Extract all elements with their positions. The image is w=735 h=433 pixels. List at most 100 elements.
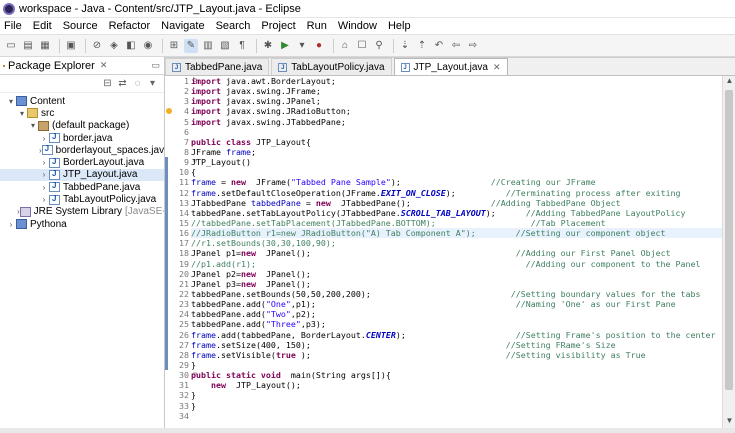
code-line[interactable]: frame = new JFrame("Tabbed Pane Sample")…: [191, 177, 722, 187]
code-line[interactable]: frame.setDefaultCloseOperation(JFrame.EX…: [191, 188, 722, 198]
code-line[interactable]: }: [191, 401, 722, 411]
code-line[interactable]: JPanel p3=new JPanel();: [191, 279, 722, 289]
menu-window[interactable]: Window: [338, 20, 377, 32]
focus-icon[interactable]: ◌: [132, 78, 143, 89]
code-line[interactable]: //r1.setBounds(30,30,100,90);: [191, 238, 722, 248]
back-icon[interactable]: ⇦: [449, 39, 463, 53]
save-icon[interactable]: ▤: [21, 39, 35, 53]
mark-occurrences-icon[interactable]: ✎: [184, 38, 198, 53]
code-line[interactable]: JTP_Layout(): [191, 157, 722, 167]
tree-item[interactable]: ▾ src: [0, 107, 164, 119]
editor-vertical-scrollbar[interactable]: ▲ ▼: [722, 76, 735, 428]
editor-tab[interactable]: J TabLayoutPolicy.java: [271, 58, 392, 75]
menu-navigate[interactable]: Navigate: [161, 20, 204, 32]
menu-help[interactable]: Help: [388, 20, 411, 32]
code-line[interactable]: //p1.add(r1); //Adding our component to …: [191, 259, 722, 269]
code-line[interactable]: tabbedPane.setBounds(50,50,200,200); //S…: [191, 289, 722, 299]
expanded-arrow-icon[interactable]: ▾: [6, 97, 16, 106]
collapsed-arrow-icon[interactable]: ›: [39, 158, 49, 167]
next-annotation-icon[interactable]: ⇣: [398, 39, 412, 53]
tree-item[interactable]: › TabbedPane.java: [0, 181, 164, 193]
code-line[interactable]: tabbedPane.add("Three",p3);: [191, 319, 722, 329]
editor-tab[interactable]: J JTP_Layout.java ✕: [393, 58, 508, 75]
code-line[interactable]: tabbedPane.add("Two",p2);: [191, 309, 722, 319]
code-line[interactable]: //tabbedPane.setTabPlacement(JTabbedPane…: [191, 218, 722, 228]
new-package-icon[interactable]: ◧: [124, 39, 138, 53]
code-line[interactable]: import javax.swing.JRadioButton;: [191, 106, 722, 116]
tree-item[interactable]: ›borderlayout_spaces.java: [0, 144, 164, 156]
code-line[interactable]: {: [191, 167, 722, 177]
scroll-thumb[interactable]: [725, 90, 733, 390]
menu-refactor[interactable]: Refactor: [109, 20, 151, 32]
code-line[interactable]: [191, 411, 722, 421]
collapsed-arrow-icon[interactable]: ›: [39, 183, 49, 192]
code-line[interactable]: JPanel p1=new JPanel(); //Adding our Fir…: [191, 248, 722, 258]
menu-source[interactable]: Source: [63, 20, 98, 32]
tree-item[interactable]: › JTP_Layout.java: [0, 168, 164, 182]
open-type-icon[interactable]: ⊞: [167, 39, 181, 53]
code-line[interactable]: new JTP_Layout();: [191, 380, 722, 390]
code-line[interactable]: //JRadioButton r1=new JRadioButton("A) T…: [191, 228, 722, 239]
package-explorer-tab[interactable]: Package Explorer ✕ ▭: [0, 57, 164, 75]
editor-tab[interactable]: J TabbedPane.java: [165, 58, 270, 75]
external-tools-icon[interactable]: ●: [312, 39, 326, 53]
last-edit-icon[interactable]: ↶: [432, 39, 446, 53]
code-line[interactable]: }: [191, 390, 722, 400]
code-line[interactable]: tabbedPane.add("One",p1); //Naming 'One'…: [191, 299, 722, 309]
code-line[interactable]: import javax.swing.JTabbedPane;: [191, 117, 722, 127]
code-lines[interactable]: import java.awt.BorderLayout; import java…: [191, 76, 722, 428]
collapsed-arrow-icon[interactable]: ›: [39, 170, 49, 179]
terminal-icon[interactable]: ▣: [64, 39, 78, 53]
collapsed-arrow-icon[interactable]: ›: [39, 195, 49, 204]
code-line[interactable]: tabbedPane.setTabLayoutPolicy(JTabbedPan…: [191, 208, 722, 218]
code-line[interactable]: import java.awt.BorderLayout;: [191, 76, 722, 86]
open-task-icon[interactable]: ☐: [355, 39, 369, 53]
expanded-arrow-icon[interactable]: ▾: [17, 109, 27, 118]
code-line[interactable]: import javax.swing.JFrame;: [191, 86, 722, 96]
code-line[interactable]: public static void main(String args[]){: [191, 370, 722, 380]
code-editor[interactable]: 1234567891011121314151617181920212223242…: [165, 76, 722, 428]
tree-item[interactable]: ›JRE System Library[JavaSE-1.8]: [0, 206, 164, 218]
menu-file[interactable]: File: [4, 20, 22, 32]
code-line[interactable]: import javax.swing.JPanel;: [191, 96, 722, 106]
link-with-editor-icon[interactable]: ⇄: [117, 78, 128, 89]
skip-breakpoints-icon[interactable]: ⊘: [90, 39, 104, 53]
collapse-all-icon[interactable]: ⊟: [102, 78, 113, 89]
menu-project[interactable]: Project: [261, 20, 295, 32]
block-selection-icon[interactable]: ▥: [201, 39, 215, 53]
code-line[interactable]: frame.setSize(400, 150); //Setting FRame…: [191, 340, 722, 350]
new-class-icon[interactable]: ◉: [141, 39, 155, 53]
menu-run[interactable]: Run: [307, 20, 327, 32]
code-line[interactable]: JFrame frame;: [191, 147, 722, 157]
tree-item[interactable]: › BorderLayout.java: [0, 156, 164, 169]
run-dropdown-icon[interactable]: ▾: [295, 39, 309, 53]
tree-item[interactable]: › Pythona: [0, 218, 164, 230]
code-line[interactable]: [191, 127, 722, 137]
open-folder-icon[interactable]: ⌂: [338, 39, 352, 53]
debug-icon[interactable]: ✱: [261, 39, 275, 53]
new-java-project-icon[interactable]: ◈: [107, 39, 121, 53]
code-line[interactable]: public class JTP_Layout{: [191, 137, 722, 147]
word-wrap-icon[interactable]: ▧: [218, 39, 232, 53]
minimize-icon[interactable]: ▭: [151, 60, 160, 71]
close-icon[interactable]: ✕: [100, 60, 108, 71]
tree-item[interactable]: › border.java: [0, 132, 164, 144]
tree-item[interactable]: ▾ (default package): [0, 120, 164, 132]
previous-annotation-icon[interactable]: ⇡: [415, 39, 429, 53]
tree-item[interactable]: ▾ Content: [0, 95, 164, 107]
code-line[interactable]: }: [191, 360, 722, 370]
search-icon[interactable]: ⚲: [372, 39, 386, 53]
collapsed-arrow-icon[interactable]: ›: [39, 134, 49, 143]
code-line[interactable]: frame.add(tabbedPane, BorderLayout.CENTE…: [191, 330, 722, 340]
code-line[interactable]: frame.setVisible(true ); //Setting visib…: [191, 350, 722, 360]
scroll-down-icon[interactable]: ▼: [723, 416, 735, 428]
view-menu-icon[interactable]: ▾: [147, 78, 158, 89]
new-icon[interactable]: ▭: [4, 39, 18, 53]
close-tab-icon[interactable]: ✕: [493, 62, 501, 73]
menu-search[interactable]: Search: [216, 20, 251, 32]
menu-edit[interactable]: Edit: [33, 20, 52, 32]
forward-icon[interactable]: ⇨: [466, 39, 480, 53]
code-line[interactable]: JTabbedPane tabbedPane = new JTabbedPane…: [191, 198, 722, 208]
code-line[interactable]: JPanel p2=new JPanel();: [191, 269, 722, 279]
scroll-up-icon[interactable]: ▲: [723, 76, 735, 88]
